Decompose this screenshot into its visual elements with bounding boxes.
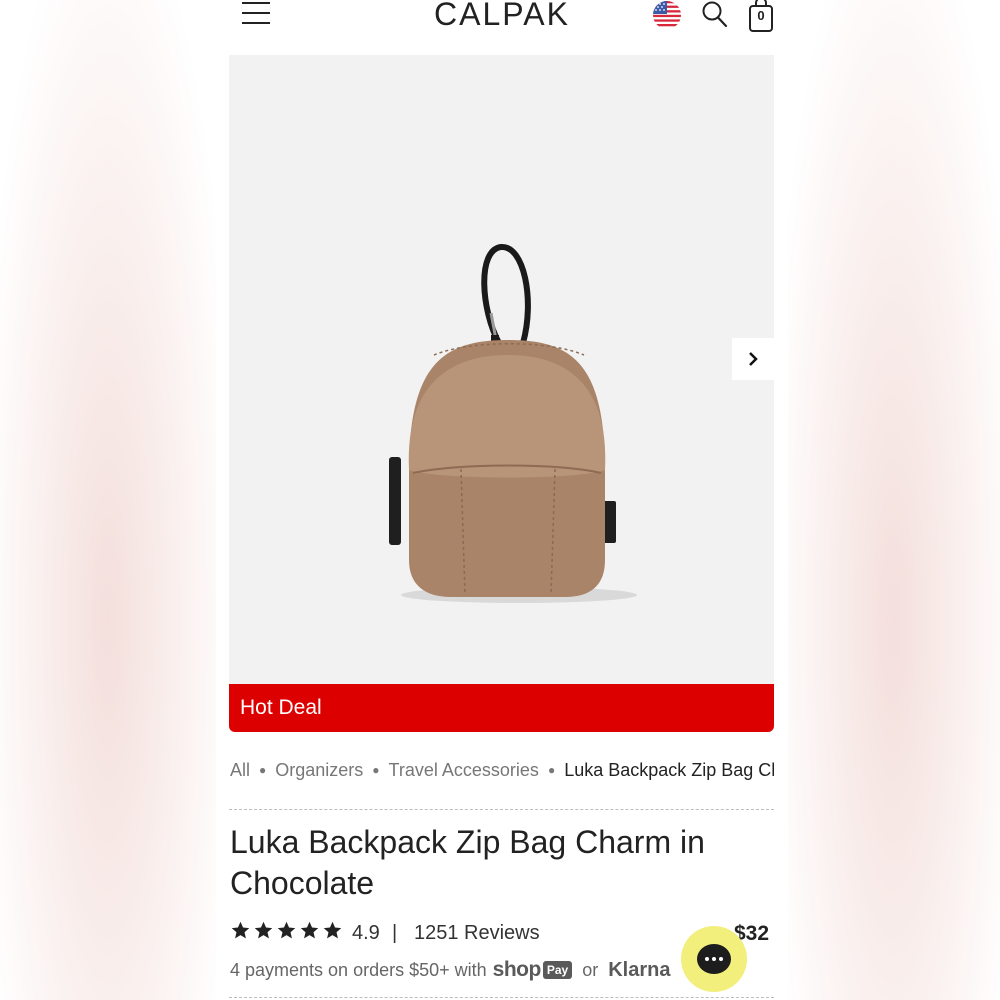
star-rating [230, 920, 343, 946]
breadcrumb-item-organizers[interactable]: Organizers [275, 760, 363, 781]
hot-deal-banner: Hot Deal [229, 684, 774, 732]
product-image[interactable] [229, 55, 774, 685]
site-header: CALPAK 0 [216, 0, 788, 50]
shopping-bag-icon[interactable]: 0 [748, 0, 774, 34]
background-right [788, 0, 1000, 1000]
rating-value: 4.9 [352, 922, 380, 944]
or-text: or [582, 959, 599, 980]
breadcrumb-separator: ● [547, 763, 556, 778]
cart-count: 0 [757, 8, 765, 23]
background-left [0, 0, 216, 1000]
payments-text: 4 payments on orders $50+ with [230, 959, 487, 980]
star-icon [277, 921, 296, 939]
breadcrumb-separator: ● [372, 763, 380, 778]
chat-button[interactable] [681, 926, 747, 992]
chat-bubble-icon [697, 944, 731, 974]
breadcrumb-current: Luka Backpack Zip Bag Charm [564, 759, 774, 780]
breadcrumb-separator: ● [259, 763, 267, 778]
backpack-charm-image [389, 244, 637, 603]
chevron-right-icon [749, 352, 758, 366]
star-icon [231, 921, 250, 939]
divider [229, 809, 774, 810]
breadcrumb-item-all[interactable]: All [230, 760, 250, 781]
shop-pay-logo[interactable]: shop [493, 958, 542, 982]
rating-separator: | [392, 922, 398, 944]
star-icon [323, 921, 342, 939]
payment-options: 4 payments on orders $50+ with shop Pay or K… [230, 958, 750, 984]
us-flag-icon[interactable] [652, 0, 682, 30]
mobile-page: CALPAK 0 Hot Deal All ● Organizers ● Tra… [216, 0, 788, 1000]
star-icon [254, 921, 273, 939]
breadcrumb: All ● Organizers ● Travel Accessories ● Luka B… [230, 759, 774, 785]
reviews-link[interactable]: 1251 Reviews [414, 922, 540, 945]
search-icon[interactable] [701, 0, 729, 30]
shop-pay-badge: Pay [542, 961, 573, 979]
breadcrumb-item-travel-accessories[interactable]: Travel Accessories [389, 760, 539, 781]
divider [229, 997, 774, 998]
product-title: Luka Backpack Zip Bag Charm in Chocolate [230, 824, 705, 901]
star-icon [300, 921, 319, 939]
klarna-logo[interactable]: Klarna [608, 959, 670, 982]
next-image-button[interactable] [732, 338, 774, 380]
